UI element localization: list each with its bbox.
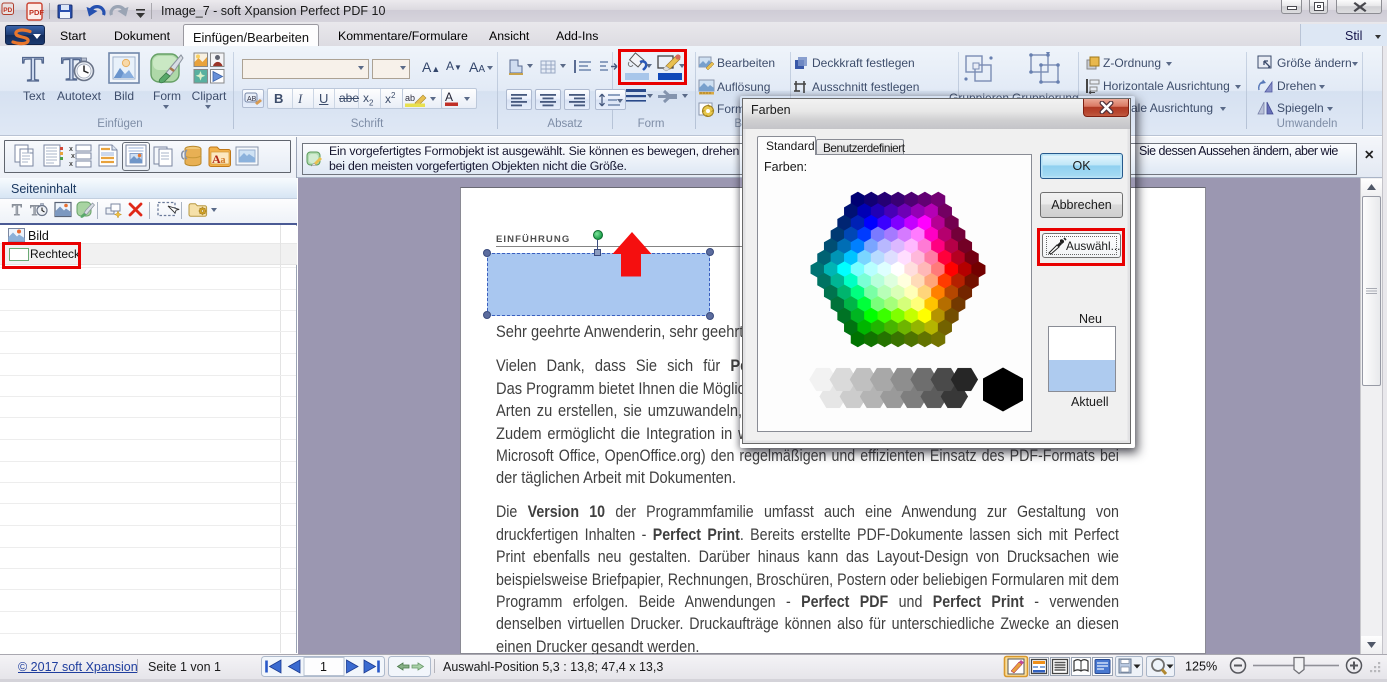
svg-text:125%: 125%: [1185, 660, 1217, 674]
svg-text:x: x: [71, 153, 75, 160]
svg-text:AB: AB: [247, 96, 257, 103]
svg-text:T: T: [22, 52, 44, 84]
svg-text:A: A: [445, 90, 453, 104]
svg-text:ab: ab: [405, 93, 415, 103]
svg-text:x: x: [69, 146, 73, 153]
svg-text:a: a: [221, 155, 226, 166]
svg-text:T: T: [12, 202, 22, 218]
svg-text:x: x: [69, 161, 73, 168]
svg-text:1: 1: [320, 660, 327, 674]
